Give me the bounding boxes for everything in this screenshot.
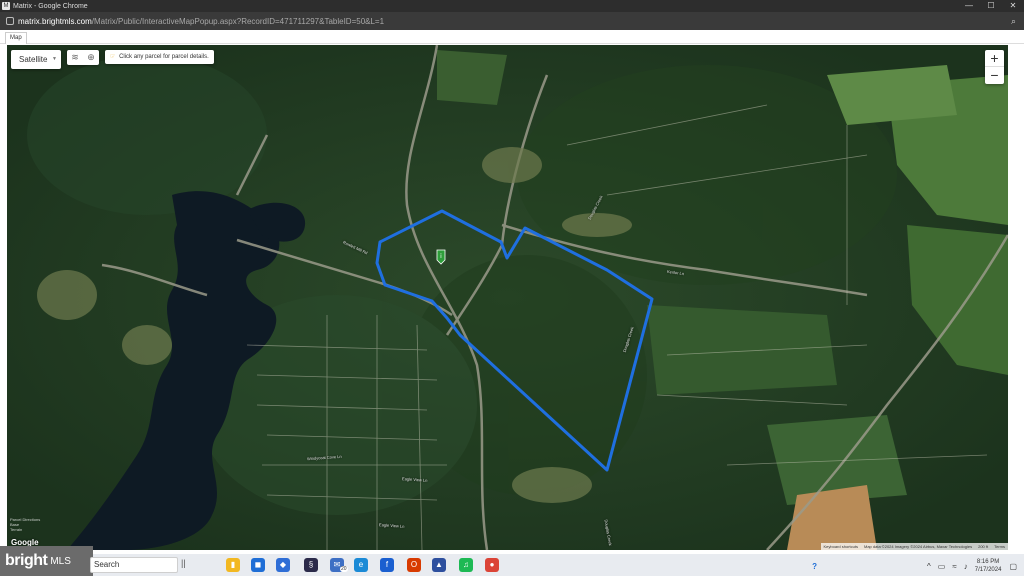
store-icon[interactable]: ◼ (251, 558, 265, 572)
zoom-in-button[interactable]: + (985, 50, 1004, 67)
chrome-icon[interactable]: ● (485, 558, 499, 572)
chevron-up-icon[interactable]: ^ (927, 562, 931, 571)
tab-map[interactable]: Map (5, 32, 27, 44)
close-button[interactable]: ✕ (1002, 0, 1024, 12)
zoom-control: + − (985, 50, 1004, 84)
help-icon[interactable]: ? (812, 562, 817, 571)
satellite-map[interactable]: i Douglas Creek Douglas Creek Douglas Cr… (7, 45, 1008, 550)
window-title-bar: M Matrix - Google Chrome — ☐ ✕ (0, 0, 1024, 12)
edge-icon[interactable]: e (354, 558, 368, 572)
display-icon[interactable]: ▭ (938, 562, 946, 571)
task-view-icon[interactable]: || (181, 558, 186, 568)
maximize-button[interactable]: ☐ (980, 0, 1002, 12)
map-type-label: Satellite (19, 55, 48, 64)
layers-toolbar[interactable]: ≋ ⊕ (67, 50, 99, 65)
zoom-out-button[interactable]: − (985, 67, 1004, 84)
map-tab-strip: Map (0, 30, 1024, 44)
volume-icon[interactable]: ♪ (964, 562, 968, 571)
keyboard-shortcuts-link[interactable]: Keyboard shortcuts (824, 543, 858, 550)
locate-icon[interactable]: ⊕ (87, 52, 95, 63)
screen: M Matrix - Google Chrome — ☐ ✕ matrix.br… (0, 0, 1024, 576)
map-scale[interactable]: 200 ft (978, 543, 988, 550)
brand-main: bright (5, 552, 48, 569)
minimize-button[interactable]: — (958, 0, 980, 12)
zoom-icon[interactable]: ⌕ (1011, 16, 1016, 27)
terms-link[interactable]: Terms (994, 543, 1005, 550)
site-info-icon[interactable] (6, 17, 14, 25)
page-content: Map i Douglas Creek Douglas Creek Dougla… (0, 30, 1024, 554)
photos-icon[interactable]: ▲ (432, 558, 446, 572)
address-bar[interactable]: matrix.brightmls.com/Matrix/Public/Inter… (0, 12, 1024, 30)
map-legend-text: Parcel Directions Base Terrain (10, 517, 40, 532)
brand-sub: MLS (50, 555, 71, 567)
clock-time: 8:16 PM (976, 559, 1000, 565)
spotify-icon[interactable]: ♫ (459, 558, 473, 572)
facebook-icon[interactable]: f (380, 558, 394, 572)
office-icon[interactable]: O (407, 558, 421, 572)
dropbox-icon[interactable]: ◆ (276, 558, 290, 572)
layers-icon[interactable]: ≋ (71, 52, 79, 63)
caret-down-icon: ▼ (52, 56, 57, 62)
parcel-hint: ☞ Click any parcel for parcel details. (105, 50, 214, 64)
parcel-hint-text: Click any parcel for parcel details. (119, 54, 209, 60)
url-host[interactable]: matrix.brightmls.com (18, 17, 92, 26)
app-icon: M (2, 2, 10, 10)
system-tray: ? ^ ▭ ≈ ♪ 8:16 PM 7/17/2024 ▢ (812, 556, 1024, 576)
pointer-hand-icon: ☞ (110, 54, 116, 60)
taskbar-clock[interactable]: 8:16 PM 7/17/2024 (975, 558, 1002, 574)
url-path[interactable]: /Matrix/Public/InteractiveMapPopup.aspx?… (92, 17, 384, 26)
notifications-icon[interactable]: ▢ (1009, 562, 1017, 571)
map-attribution: Keyboard shortcuts Map data ©2024 Imager… (820, 543, 1008, 550)
bright-mls-watermark: bright MLS (0, 546, 93, 576)
legend-line: Terrain (10, 527, 23, 532)
map-data-credit: Map data ©2024 Imagery ©2024 Airbus, Max… (863, 544, 973, 549)
window-title: Matrix - Google Chrome (13, 2, 88, 10)
wifi-icon[interactable]: ≈ (952, 562, 956, 571)
taskbar-search-input[interactable]: Search (90, 557, 178, 573)
map-type-select[interactable]: Satellite ▼ (11, 50, 61, 69)
map-imagery[interactable]: i (7, 45, 1008, 550)
clock-date: 7/17/2024 (974, 567, 1002, 573)
app-icon[interactable]: § (304, 558, 318, 572)
file-explorer-icon[interactable]: ▮ (226, 558, 240, 572)
mail-count-badge: 20 (340, 566, 348, 572)
